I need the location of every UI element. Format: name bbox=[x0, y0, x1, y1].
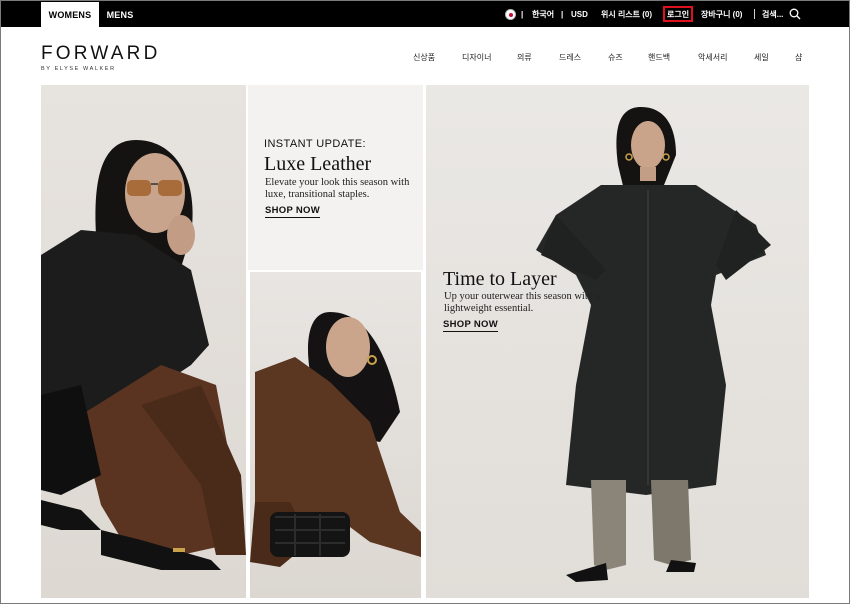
wishlist-link[interactable]: 위시 리스트 (0) bbox=[601, 1, 652, 27]
promo-luxe-leather: INSTANT UPDATE: Luxe Leather Elevate you… bbox=[248, 85, 423, 270]
nav-sale[interactable]: 세일 bbox=[754, 52, 769, 63]
divider: | bbox=[521, 9, 524, 19]
brand-logo-subtitle: BY ELYSE WALKER bbox=[41, 66, 116, 72]
language-selector[interactable]: 한국어 bbox=[532, 1, 554, 27]
nav-new-arrivals[interactable]: 신상품 bbox=[413, 52, 435, 63]
nav-handbags[interactable]: 핸드백 bbox=[648, 52, 670, 63]
shop-now-link[interactable]: SHOP NOW bbox=[443, 319, 499, 332]
promo-description: Elevate your look this season with luxe,… bbox=[265, 177, 410, 200]
hero-image-leather-jacket-model[interactable] bbox=[250, 272, 421, 598]
nav-clothing[interactable]: 의류 bbox=[517, 52, 532, 63]
nav-dresses[interactable]: 드레스 bbox=[559, 52, 581, 63]
currency-selector[interactable]: USD bbox=[571, 1, 588, 27]
nav-accessories[interactable]: 악세서리 bbox=[698, 52, 727, 63]
divider-line bbox=[754, 9, 755, 19]
model-shirt-dress-illustration bbox=[536, 107, 771, 582]
nav-shoes[interactable]: 슈즈 bbox=[608, 52, 623, 63]
korea-flag-icon[interactable] bbox=[505, 9, 516, 20]
model-leather-jacket-illustration bbox=[250, 312, 421, 567]
promo-title: Time to Layer bbox=[443, 268, 557, 290]
tab-mens[interactable]: MENS bbox=[101, 2, 139, 27]
model-leather-illustration bbox=[41, 140, 246, 570]
nav-shop[interactable]: 샵 bbox=[795, 52, 802, 63]
search-icon[interactable] bbox=[789, 8, 801, 20]
divider: | bbox=[561, 9, 564, 19]
tab-womens[interactable]: WOMENS bbox=[41, 2, 99, 27]
hero-image-layer-model[interactable]: Time to Layer Up your outerwear this sea… bbox=[426, 85, 809, 598]
promo-title: Luxe Leather bbox=[264, 153, 372, 175]
shop-now-link[interactable]: SHOP NOW bbox=[265, 205, 321, 218]
top-bar: WOMENS MENS | 한국어 | USD 위시 리스트 (0) 로그인 장… bbox=[1, 1, 849, 27]
login-link[interactable]: 로그인 bbox=[663, 6, 694, 22]
hero-image-leather-model[interactable] bbox=[41, 85, 246, 598]
brand-logo[interactable]: FORWARD bbox=[41, 43, 161, 65]
search-link[interactable]: 검색... bbox=[762, 1, 783, 27]
promo-kicker: INSTANT UPDATE: bbox=[264, 138, 366, 150]
nav-designers[interactable]: 디자이너 bbox=[462, 52, 491, 63]
cart-link[interactable]: 장바구니 (0) bbox=[701, 1, 742, 27]
promo-description: Up your outerwear this season with a lig… bbox=[444, 291, 601, 314]
